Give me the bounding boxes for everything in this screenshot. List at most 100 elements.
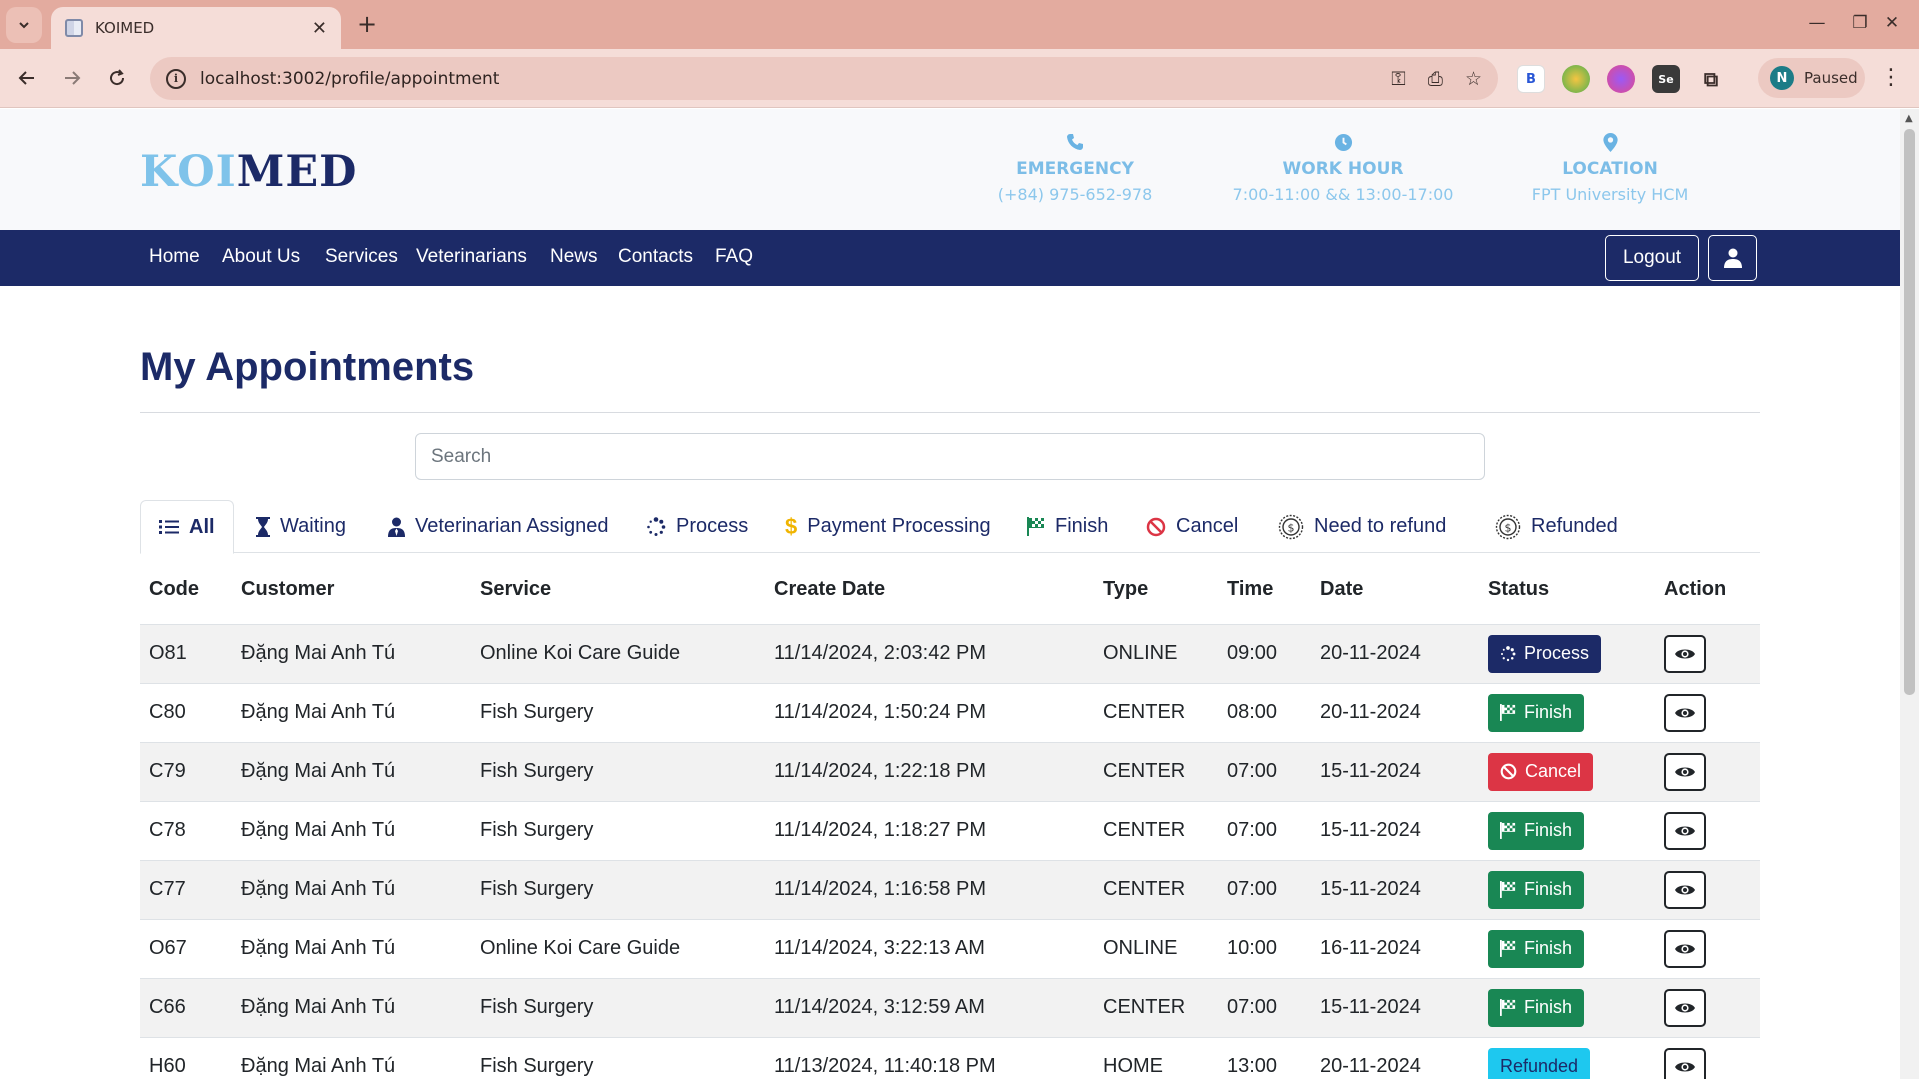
minimize-button[interactable]: — xyxy=(1795,6,1839,40)
user-profile-button[interactable] xyxy=(1708,235,1757,281)
extension-brain-icon[interactable] xyxy=(1607,65,1635,93)
appointments-table: Code Customer Service Create Date Type T… xyxy=(140,556,1760,1079)
cell-service: Fish Surgery xyxy=(471,978,765,1038)
install-app-icon[interactable]: ⎙ xyxy=(1428,68,1443,90)
view-appointment-button[interactable] xyxy=(1664,1047,1706,1079)
tab-waiting[interactable]: Waiting xyxy=(256,500,346,553)
svg-text:$: $ xyxy=(1505,521,1512,534)
status-badge: Finish xyxy=(1488,811,1585,850)
url-text[interactable]: localhost:3002/profile/appointment xyxy=(200,69,1369,89)
page-scrollbar[interactable]: ▲ xyxy=(1900,109,1919,1079)
cell-status: Finish xyxy=(1479,683,1655,743)
work-hour-info: WORK HOUR 7:00-11:00 && 13:00-17:00 xyxy=(1213,129,1473,204)
page-viewport: KOIMED EMERGENCY (+84) 975-652-978 WORK … xyxy=(0,109,1900,1079)
scrollbar-thumb[interactable] xyxy=(1904,129,1915,695)
nav-faq[interactable]: FAQ xyxy=(715,246,753,268)
nav-about-us[interactable]: About Us xyxy=(222,246,300,268)
tab-payment-processing[interactable]: $ Payment Processing xyxy=(785,500,991,553)
clock-icon xyxy=(1213,129,1473,155)
nav-news[interactable]: News xyxy=(550,246,598,268)
cell-status: Finish xyxy=(1479,978,1655,1038)
logo[interactable]: KOIMED xyxy=(140,147,357,197)
cell-type: CENTER xyxy=(1094,801,1218,861)
cell-action xyxy=(1655,860,1760,920)
browser-tab[interactable]: KOIMED ✕ xyxy=(51,7,341,49)
site-info-icon[interactable]: i xyxy=(166,68,186,89)
tab-search-button[interactable] xyxy=(6,7,42,43)
new-tab-button[interactable]: + xyxy=(352,9,382,39)
extension-b-icon[interactable]: B xyxy=(1517,65,1545,93)
tab-refunded[interactable]: $ Refunded xyxy=(1495,500,1618,553)
emergency-title: EMERGENCY xyxy=(1016,159,1134,179)
cell-action xyxy=(1655,683,1760,743)
view-appointment-button[interactable] xyxy=(1664,752,1706,791)
forward-button[interactable] xyxy=(55,61,89,95)
flag-icon xyxy=(1500,999,1516,1016)
tab-label: Cancel xyxy=(1176,515,1239,537)
bookmark-star-icon[interactable]: ☆ xyxy=(1465,68,1482,90)
view-appointment-button[interactable] xyxy=(1664,929,1706,968)
tab-cancel[interactable]: Cancel xyxy=(1146,500,1238,553)
tab-veterinarian-assigned[interactable]: Veterinarian Assigned xyxy=(388,500,608,553)
cell-created: 11/14/2024, 3:22:13 AM xyxy=(765,919,1094,979)
cell-status: Finish xyxy=(1479,919,1655,979)
extensions-puzzle-icon[interactable]: ⧉ xyxy=(1697,65,1725,93)
address-bar[interactable]: i localhost:3002/profile/appointment ⚿ ⎙… xyxy=(150,57,1498,100)
view-appointment-button[interactable] xyxy=(1664,634,1706,673)
reload-button[interactable] xyxy=(100,61,134,95)
column-header: Action xyxy=(1655,556,1760,625)
logout-button[interactable]: Logout xyxy=(1605,235,1699,281)
tab-process[interactable]: Process xyxy=(646,500,748,553)
location-info: LOCATION FPT University HCM xyxy=(1480,129,1740,204)
map-pin-icon xyxy=(1480,129,1740,155)
scroll-up-arrow-icon[interactable]: ▲ xyxy=(1905,113,1913,124)
cell-time: 07:00 xyxy=(1218,978,1311,1038)
extension-color-icon[interactable] xyxy=(1562,65,1590,93)
cell-time: 13:00 xyxy=(1218,1037,1311,1079)
emergency-info: EMERGENCY (+84) 975-652-978 xyxy=(945,129,1205,204)
cell-status: Cancel xyxy=(1479,742,1655,802)
title-divider xyxy=(140,412,1760,413)
view-appointment-button[interactable] xyxy=(1664,811,1706,850)
nav-services[interactable]: Services xyxy=(325,246,398,268)
tab-all[interactable]: All xyxy=(140,500,234,554)
cell-service: Fish Surgery xyxy=(471,1037,765,1079)
tab-finish[interactable]: Finish xyxy=(1027,500,1108,553)
tab-need-to-refund[interactable]: $ Need to refund xyxy=(1278,500,1446,553)
cell-type: CENTER xyxy=(1094,683,1218,743)
view-appointment-button[interactable] xyxy=(1664,870,1706,909)
browser-menu-icon[interactable]: ⋮ xyxy=(1880,65,1902,90)
column-header: Time xyxy=(1218,556,1311,625)
nav-veterinarians[interactable]: Veterinarians xyxy=(416,246,527,268)
browser-tabstrip: KOIMED ✕ + — ❐ ✕ xyxy=(0,0,1919,49)
eye-icon xyxy=(1675,1003,1695,1012)
cell-created: 11/13/2024, 11:40:18 PM xyxy=(765,1037,1094,1079)
view-appointment-button[interactable] xyxy=(1664,693,1706,732)
profile-button[interactable]: N Paused xyxy=(1758,58,1865,98)
cell-status: Process xyxy=(1479,624,1655,684)
status-badge: Process xyxy=(1488,634,1602,673)
status-label: Finish xyxy=(1524,879,1573,899)
password-key-icon[interactable]: ⚿ xyxy=(1391,68,1405,90)
view-appointment-button[interactable] xyxy=(1664,988,1706,1027)
cell-service: Fish Surgery xyxy=(471,801,765,861)
search-input[interactable] xyxy=(415,433,1485,480)
status-badge: Finish xyxy=(1488,929,1585,968)
close-window-button[interactable]: ✕ xyxy=(1870,6,1914,40)
coin-icon: $ xyxy=(1495,514,1521,540)
status-badge: Cancel xyxy=(1488,752,1594,791)
column-header: Create Date xyxy=(765,556,1094,625)
extension-se-icon[interactable]: Se xyxy=(1652,65,1680,93)
cell-created: 11/14/2024, 3:12:59 AM xyxy=(765,978,1094,1038)
back-button[interactable] xyxy=(10,61,44,95)
cell-time: 09:00 xyxy=(1218,624,1311,684)
nav-contacts[interactable]: Contacts xyxy=(618,246,693,268)
cell-service: Online Koi Care Guide xyxy=(471,624,765,684)
status-label: Finish xyxy=(1524,702,1573,722)
dollar-icon: $ xyxy=(785,513,798,539)
table-row: C79 Đặng Mai Anh Tú Fish Surgery 11/14/2024… xyxy=(140,742,1760,802)
flag-icon xyxy=(1500,704,1516,721)
nav-home[interactable]: Home xyxy=(149,246,200,268)
close-tab-icon[interactable]: ✕ xyxy=(312,18,327,39)
column-header: Status xyxy=(1479,556,1655,625)
